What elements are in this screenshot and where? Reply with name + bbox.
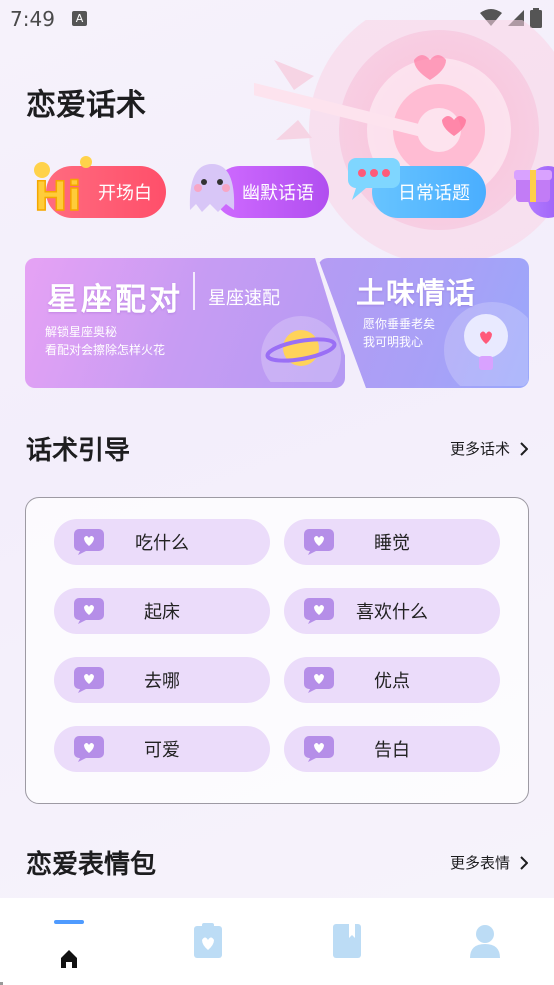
topic-likes[interactable]: 喜欢什么	[284, 588, 500, 634]
chevron-right-icon	[520, 441, 528, 456]
chevron-right-icon	[520, 855, 528, 870]
tab-profile[interactable]	[465, 920, 505, 960]
bottom-tab-bar	[0, 898, 554, 985]
topic-confession[interactable]: 告白	[284, 726, 500, 772]
zodiac-card-subtitle: 星座速配	[208, 288, 280, 309]
more-guides-label: 更多话术	[449, 440, 510, 458]
chip-label: 日常话题	[398, 183, 470, 204]
topic-label: 告白	[374, 740, 410, 761]
chip-label: 幽默话语	[242, 183, 314, 204]
topic-label: 优点	[374, 671, 410, 692]
topic-cute[interactable]: 可爱	[54, 726, 270, 772]
ghost-icon	[189, 164, 235, 212]
gift-box-icon	[514, 170, 552, 202]
topic-wake-up[interactable]: 起床	[54, 588, 270, 634]
topic-label: 起床	[144, 602, 180, 623]
topic-label: 吃什么	[135, 533, 189, 554]
hi-icon: Hi	[33, 156, 92, 220]
topic-sleep[interactable]: 睡觉	[284, 519, 500, 565]
zodiac-match-card[interactable]: 星座配对 星座速配 解锁星座奥秘 看配对会擦除怎样火花	[25, 258, 345, 388]
zodiac-card-desc-1: 解锁星座奥秘	[45, 325, 118, 339]
cheesy-card-desc-2: 我可明我心	[363, 335, 424, 349]
tab-home[interactable]	[49, 920, 89, 968]
chip-label: 开场白	[98, 183, 152, 204]
zodiac-card-title: 星座配对	[47, 282, 183, 318]
topic-what-to-eat[interactable]: 吃什么	[54, 519, 270, 565]
clipboard-heart-icon	[194, 923, 222, 958]
topic-label: 可爱	[144, 740, 180, 761]
feature-cards: 星座配对 星座速配 解锁星座奥秘 看配对会擦除怎样火花 土味情话 愿你垂垂老矣 …	[25, 258, 529, 390]
tab-scripts[interactable]	[188, 920, 228, 960]
notebook-icon	[333, 924, 361, 958]
cheesy-lines-card[interactable]: 土味情话 愿你垂垂老矣 我可明我心	[318, 258, 529, 388]
more-guides-link[interactable]: 更多话术	[450, 438, 528, 459]
notification-icon: A	[72, 11, 87, 26]
guide-section-title: 话术引导	[26, 436, 131, 466]
card-divider	[193, 272, 195, 310]
category-chips: 开场白 Hi 幽默话语 日常话题	[0, 150, 554, 228]
zodiac-card-desc-2: 看配对会擦除怎样火花	[45, 343, 166, 357]
profile-icon	[470, 925, 500, 958]
sticker-section-title: 恋爱表情包	[26, 850, 157, 880]
topic-label: 去哪	[144, 671, 180, 692]
chat-bubble-icon	[348, 158, 400, 200]
guide-topics-panel: 吃什么 睡觉 起床 喜欢什么 去哪 优点 可爱 告白	[25, 497, 529, 804]
svg-text:Hi: Hi	[34, 174, 81, 220]
more-stickers-label: 更多表情	[449, 854, 510, 872]
topic-strengths[interactable]: 优点	[284, 657, 500, 703]
planet-icon	[261, 316, 341, 382]
home-icon	[61, 950, 77, 968]
tab-notebook[interactable]	[327, 920, 367, 960]
lightbulb-heart-icon	[444, 302, 528, 386]
status-time: 7:49	[10, 7, 55, 31]
more-stickers-link[interactable]: 更多表情	[450, 852, 528, 873]
cheesy-card-desc-1: 愿你垂垂老矣	[363, 317, 436, 331]
topic-label: 睡觉	[374, 533, 410, 554]
topic-where-to-go[interactable]: 去哪	[54, 657, 270, 703]
topic-label: 喜欢什么	[356, 602, 428, 623]
page-title: 恋爱话术	[26, 88, 146, 123]
